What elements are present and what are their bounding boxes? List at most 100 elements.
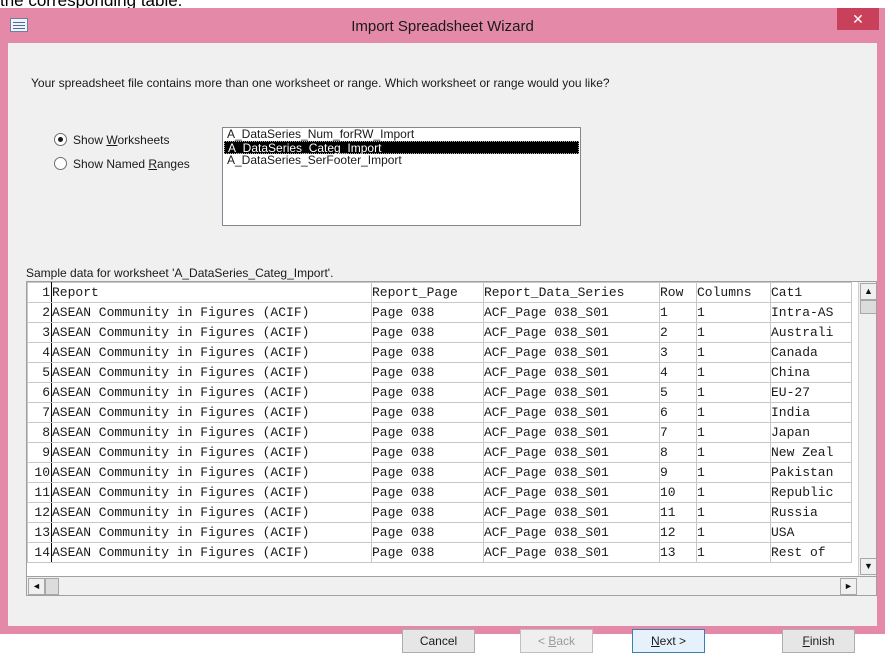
row-number-cell: 8 — [27, 422, 52, 443]
report-data-series-cell: ACF_Page 038_S01 — [483, 442, 660, 463]
table-row: 9 ASEAN Community in Figures (ACIF) Page 0… — [27, 442, 852, 463]
scroll-up-button[interactable]: ▲ — [860, 283, 876, 300]
report-cell: ASEAN Community in Figures (ACIF) — [51, 522, 372, 543]
table-row: 11 ASEAN Community in Figures (ACIF) Page … — [27, 482, 852, 503]
cat1-cell: China — [770, 362, 852, 383]
row-number-cell: 3 — [27, 322, 52, 343]
window-title: Import Spreadsheet Wizard — [351, 18, 534, 35]
row-cell: 12 — [659, 522, 697, 543]
table-row: 10 ASEAN Community in Figures (ACIF) Page … — [27, 462, 852, 483]
columns-cell: 1 — [696, 302, 771, 323]
report-page-cell: Page 038 — [371, 362, 484, 383]
show-worksheets-radio[interactable]: Show Worksheets — [54, 132, 170, 147]
columns-cell: 1 — [696, 542, 771, 563]
report-cell: ASEAN Community in Figures (ACIF) — [51, 302, 372, 323]
worksheet-item[interactable]: A_DataSeries_SerFooter_Import — [224, 154, 580, 167]
report-data-series-cell: ACF_Page 038_S01 — [483, 422, 660, 443]
table-row: 3 ASEAN Community in Figures (ACIF) Page 0… — [27, 322, 852, 343]
vertical-scrollbar[interactable]: ▲ ▼ — [858, 282, 876, 576]
row-number-cell: 5 — [27, 362, 52, 383]
report-cell: ASEAN Community in Figures (ACIF) — [51, 442, 372, 463]
vertical-scroll-thumb[interactable] — [860, 300, 876, 314]
sample-data-label: Sample data for worksheet 'A_DataSeries_… — [26, 266, 334, 280]
columns-cell: 1 — [696, 422, 771, 443]
table-row: 4 ASEAN Community in Figures (ACIF) Page 0… — [27, 342, 852, 363]
row-cell: 11 — [659, 502, 697, 523]
table-row: 6 ASEAN Community in Figures (ACIF) Page 0… — [27, 382, 852, 403]
report-page-cell: Page 038 — [371, 482, 484, 503]
cat1-cell: EU-27 — [770, 382, 852, 403]
columns-cell: 1 — [696, 322, 771, 343]
cancel-button[interactable]: Cancel — [402, 629, 475, 653]
columns-cell: 1 — [696, 442, 771, 463]
row-number-cell: 1 — [27, 282, 52, 303]
row-cell: 7 — [659, 422, 697, 443]
report-data-series-cell: ACF_Page 038_S01 — [483, 482, 660, 503]
report-data-series-cell: ACF_Page 038_S01 — [483, 502, 660, 523]
report-data-series-cell: ACF_Page 038_S01 — [483, 382, 660, 403]
report-cell: ASEAN Community in Figures (ACIF) — [51, 402, 372, 423]
columns-cell: 1 — [696, 382, 771, 403]
back-button[interactable]: < Back — [520, 629, 593, 653]
report-page-cell: Report_Page — [371, 282, 484, 303]
radio-checked-indicator[interactable] — [54, 133, 67, 147]
horizontal-scrollbar[interactable]: ◄ ► — [26, 577, 877, 596]
row-number-cell: 10 — [27, 462, 52, 483]
row-cell: 4 — [659, 362, 697, 383]
table-row: 13 ASEAN Community in Figures (ACIF) Page … — [27, 522, 852, 543]
report-page-cell: Page 038 — [371, 402, 484, 423]
sample-data-table: 1 Report Report_Page Report_Data_Series Row C… — [27, 282, 852, 563]
close-button[interactable]: ✕ — [837, 8, 879, 30]
radio-unchecked-indicator[interactable] — [54, 157, 67, 171]
columns-cell: 1 — [696, 342, 771, 363]
row-number-cell: 4 — [27, 342, 52, 363]
dialog-body: Your spreadsheet file contains more than… — [8, 43, 877, 653]
next-button[interactable]: Next > — [632, 629, 705, 653]
cat1-cell: Australi — [770, 322, 852, 343]
row-cell: 10 — [659, 482, 697, 503]
report-data-series-cell: ACF_Page 038_S01 — [483, 402, 660, 423]
finish-button[interactable]: Finish — [782, 629, 855, 653]
title-bar[interactable]: Import Spreadsheet Wizard ✕ — [0, 8, 885, 43]
sample-data-grid[interactable]: 1 Report Report_Page Report_Data_Series Row C… — [26, 281, 877, 577]
row-number-cell: 12 — [27, 502, 52, 523]
report-page-cell: Page 038 — [371, 442, 484, 463]
report-data-series-cell: ACF_Page 038_S01 — [483, 522, 660, 543]
cat1-cell: USA — [770, 522, 852, 543]
report-cell: Report — [51, 282, 372, 303]
row-number-cell: 13 — [27, 522, 52, 543]
report-cell: ASEAN Community in Figures (ACIF) — [51, 322, 372, 343]
cat1-cell: Republic — [770, 482, 852, 503]
row-cell: 13 — [659, 542, 697, 563]
scroll-down-button[interactable]: ▼ — [860, 558, 876, 575]
row-number-cell: 7 — [27, 402, 52, 423]
row-cell: 1 — [659, 302, 697, 323]
cat1-cell: Pakistan — [770, 462, 852, 483]
show-worksheets-label: Show Worksheets — [73, 132, 170, 147]
worksheet-listbox[interactable]: A_DataSeries_Num_forRW_Import A_DataSeri… — [222, 127, 581, 226]
row-cell: Row — [659, 282, 697, 303]
horizontal-scroll-thumb[interactable] — [45, 578, 59, 595]
report-page-cell: Page 038 — [371, 462, 484, 483]
report-cell: ASEAN Community in Figures (ACIF) — [51, 462, 372, 483]
columns-cell: 1 — [696, 462, 771, 483]
report-cell: ASEAN Community in Figures (ACIF) — [51, 422, 372, 443]
instruction-text: Your spreadsheet file contains more than… — [31, 76, 610, 90]
scroll-right-button[interactable]: ► — [840, 578, 857, 595]
row-number-cell: 2 — [27, 302, 52, 323]
report-cell: ASEAN Community in Figures (ACIF) — [51, 482, 372, 503]
report-data-series-cell: ACF_Page 038_S01 — [483, 362, 660, 383]
cat1-cell: Canada — [770, 342, 852, 363]
table-row: 7 ASEAN Community in Figures (ACIF) Page 0… — [27, 402, 852, 423]
cat1-cell: Japan — [770, 422, 852, 443]
scroll-left-button[interactable]: ◄ — [28, 578, 45, 595]
columns-cell: 1 — [696, 522, 771, 543]
report-page-cell: Page 038 — [371, 382, 484, 403]
worksheet-item[interactable]: A_DataSeries_Num_forRW_Import — [224, 128, 580, 141]
table-row: 8 ASEAN Community in Figures (ACIF) Page 0… — [27, 422, 852, 443]
cat1-cell: India — [770, 402, 852, 423]
show-named-ranges-radio[interactable]: Show Named Ranges — [54, 156, 190, 171]
cat1-cell: Intra-AS — [770, 302, 852, 323]
report-cell: ASEAN Community in Figures (ACIF) — [51, 342, 372, 363]
table-row: 12 ASEAN Community in Figures (ACIF) Page … — [27, 502, 852, 523]
